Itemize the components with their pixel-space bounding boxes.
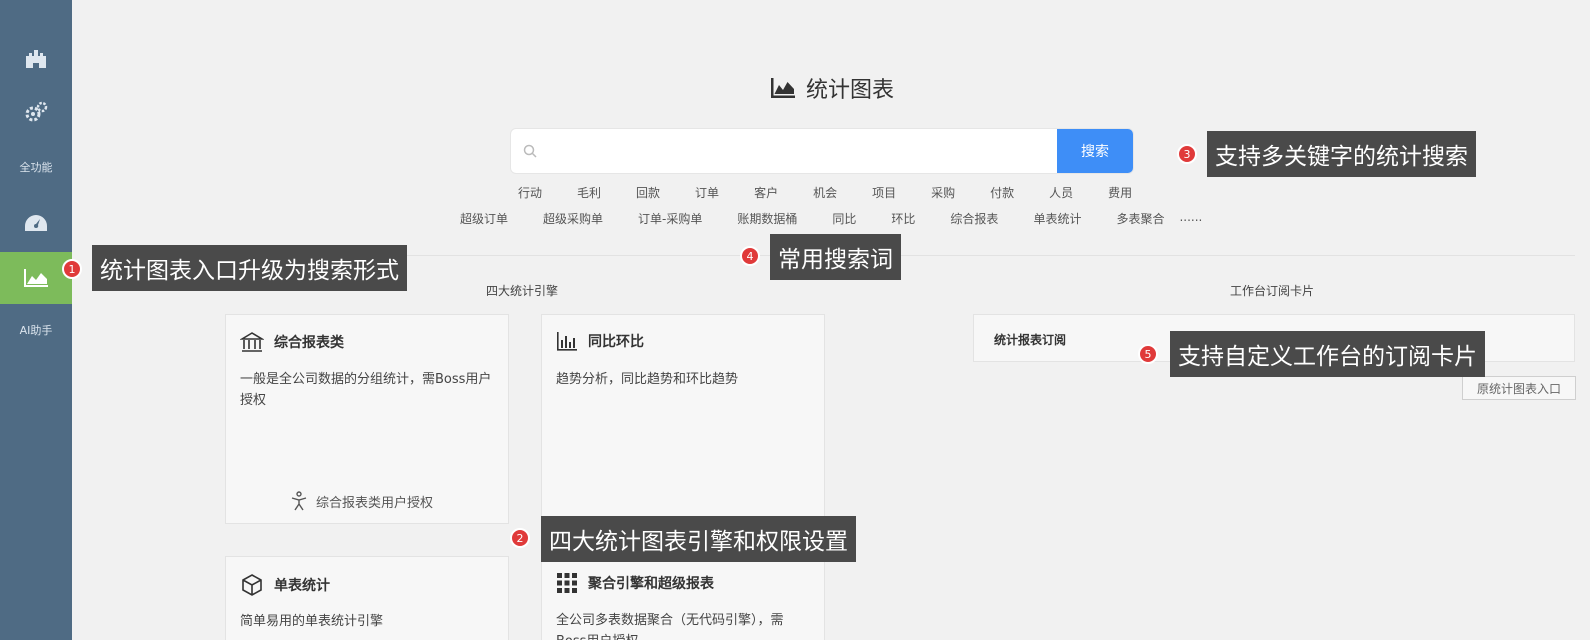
keyword-link[interactable]: 毛利 [577,184,601,201]
keyword-link[interactable]: 超级采购单 [543,210,603,227]
card-description: 趋势分析，同比趋势和环比趋势 [556,372,739,387]
keyword-link[interactable]: 综合报表 [950,210,998,227]
search-button[interactable]: 搜索 [1057,129,1133,173]
keyword-link[interactable]: 多表聚合 [1116,210,1164,227]
bar-chart-icon [557,332,577,351]
card-footer-label: 综合报表类用户授权 [316,495,434,511]
page-title-text: 统计图表 [806,78,895,103]
sidebar-item-charts[interactable] [0,252,72,304]
keyword-link[interactable]: 费用 [1108,184,1132,201]
annotation-label: 常用搜索词 [770,234,901,280]
user-authorization-link[interactable]: 综合报表类用户授权 [290,491,433,511]
subscription-card-title: 统计报表订阅 [994,333,1067,347]
card-description: 一般是全公司数据的分组统计，需Boss用户授权 [240,372,492,408]
sidebar: 全功能 AI助手 [0,0,72,640]
engine-card-aggregate[interactable]: 聚合引擎和超级报表 全公司多表数据聚合（无代码引擎），需Boss用户授权 [541,556,825,640]
annotation-badge: 3 [1177,144,1197,164]
card-title: 同比环比 [588,334,644,350]
annotation-label: 四大统计图表引擎和权限设置 [541,516,856,562]
keyword-link[interactable]: 单表统计 [1033,210,1081,227]
keyword-link[interactable]: 环比 [891,210,915,227]
bank-icon [240,332,264,352]
sidebar-item-all-features[interactable]: 全功能 [0,155,72,179]
keyword-link[interactable]: 回款 [636,184,660,201]
dashboard-icon [25,215,47,231]
keyword-link[interactable]: 行动 [518,184,542,201]
card-description: 全公司多表数据聚合（无代码引擎），需Boss用户授权 [556,613,784,640]
workbench-section-title: 工作台订阅卡片 [1230,284,1315,298]
cube-icon [242,574,262,596]
keyword-row-2: 超级订单 超级采购单 订单-采购单 账期数据桶 同比 环比 综合报表 单表统计 … [460,210,1202,227]
annotation-label: 支持自定义工作台的订阅卡片 [1170,331,1485,377]
keyword-link[interactable]: 账期数据桶 [737,210,797,227]
sidebar-item-home[interactable] [0,38,72,78]
page-title: 统计图表 [770,72,894,104]
search-input[interactable] [511,129,1057,173]
keyword-link[interactable]: 客户 [754,184,778,201]
sidebar-item-label: 全功能 [19,161,53,174]
area-chart-icon [24,269,48,287]
sidebar-item-settings[interactable] [0,92,72,132]
engines-section-title: 四大统计引擎 [486,284,559,298]
keyword-more[interactable]: ...... [1179,210,1202,227]
keyword-link[interactable]: 人员 [1049,184,1073,201]
keyword-row-1: 行动 毛利 回款 订单 客户 机会 项目 采购 付款 人员 费用 [518,184,1132,201]
keyword-link[interactable]: 同比 [832,210,856,227]
annotation-label: 统计图表入口升级为搜索形式 [92,245,407,291]
old-chart-entry-button[interactable]: 原统计图表入口 [1462,376,1576,400]
gears-icon [25,101,48,122]
keyword-link[interactable]: 机会 [813,184,837,201]
annotation-badge: 2 [510,528,530,548]
grid-icon [557,573,577,593]
card-title: 单表统计 [274,578,330,594]
sidebar-item-label: AI助手 [19,324,53,337]
card-title: 聚合引擎和超级报表 [588,576,714,592]
annotation-label: 支持多关键字的统计搜索 [1207,131,1476,177]
annotation-badge: 5 [1138,344,1158,364]
keyword-link[interactable]: 订单 [695,184,719,201]
keyword-link[interactable]: 超级订单 [460,210,508,227]
engine-card-single-table[interactable]: 单表统计 简单易用的单表统计引擎 [225,556,509,640]
area-chart-icon [771,78,795,98]
card-description: 简单易用的单表统计引擎 [240,614,384,629]
keyword-link[interactable]: 付款 [990,184,1014,201]
search-icon [523,144,537,158]
sidebar-item-dashboard[interactable] [0,203,72,243]
castle-icon [26,50,46,68]
keyword-link[interactable]: 订单-采购单 [638,210,702,227]
search-box: 搜索 [510,128,1134,174]
sidebar-item-ai-assistant[interactable]: AI助手 [0,318,72,342]
keyword-link[interactable]: 项目 [872,184,896,201]
accessibility-icon [291,491,307,511]
card-title: 综合报表类 [274,335,344,351]
engine-card-comprehensive[interactable]: 综合报表类 一般是全公司数据的分组统计，需Boss用户授权 综合报表类用户授权 [225,314,509,524]
keyword-link[interactable]: 采购 [931,184,955,201]
annotation-badge: 4 [740,246,760,266]
annotation-badge: 1 [62,259,82,279]
